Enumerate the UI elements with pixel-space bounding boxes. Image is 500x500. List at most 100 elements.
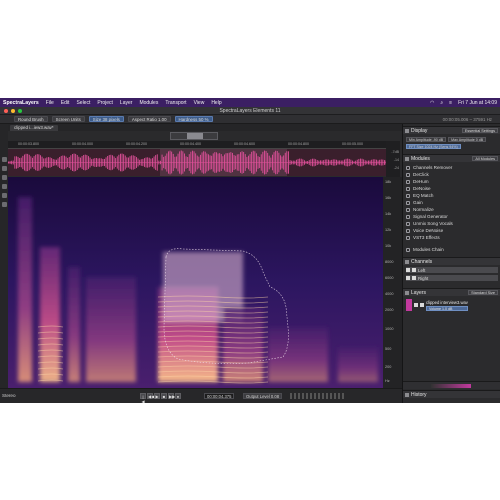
menu-view[interactable]: View [194, 100, 205, 106]
play-button[interactable]: ▶ [154, 393, 160, 399]
module-item[interactable]: DeNoise [406, 185, 498, 192]
go-to-start-button[interactable]: |◀ [140, 393, 146, 403]
waveform-bar [59, 156, 61, 169]
waveform-bar [60, 155, 62, 170]
document-tabbar: clipped i...iew3.wav* [8, 124, 402, 131]
window-titlebar: SpectraLayers Elements 11 [0, 107, 500, 115]
module-item[interactable]: Gain [406, 199, 498, 206]
waveform-bar [363, 159, 365, 166]
fast-forward-button[interactable]: ▶▶ [168, 393, 175, 399]
menu-help[interactable]: Help [211, 100, 221, 106]
waveform-bar [160, 160, 161, 165]
channel-row-left[interactable]: Left [406, 267, 498, 273]
menu-select[interactable]: Select [76, 100, 90, 106]
control-center-icon[interactable]: ≡ [449, 100, 452, 106]
layer-color-bar[interactable] [431, 383, 471, 388]
menu-project[interactable]: Project [97, 100, 113, 106]
search-icon[interactable]: ⌕ [440, 100, 443, 106]
module-item[interactable]: Channels Remover [406, 164, 498, 171]
display-preset-select[interactable]: Essential Settings [461, 128, 498, 133]
zoom-tool-icon[interactable] [1, 193, 7, 198]
module-item[interactable]: EQ Match [406, 192, 498, 199]
menu-edit[interactable]: Edit [61, 100, 70, 106]
max-amplitude-field[interactable]: Max Amplitude 0 dB [448, 136, 487, 142]
waveform-bar [9, 161, 11, 164]
waveform-bar [100, 158, 102, 167]
aspect-ratio-field[interactable]: Aspect Ratio 1.00 [127, 116, 171, 122]
channel-solo-toggle[interactable] [412, 276, 416, 280]
channel-visible-toggle[interactable] [406, 276, 410, 280]
waveform-bar [305, 161, 307, 164]
module-item[interactable]: DeClick [406, 171, 498, 178]
waveform-bar [97, 158, 99, 167]
playhead-time[interactable]: 00:00:04.375 [204, 393, 235, 399]
waveform-bar [8, 161, 9, 164]
waveform-bar [369, 160, 371, 165]
waveform-bar [150, 158, 152, 167]
module-item[interactable]: DeHum [406, 178, 498, 185]
units-select[interactable]: Screen Units [51, 116, 85, 122]
channels-panel-header[interactable]: Channels [403, 257, 500, 265]
waveform-bar [241, 151, 243, 174]
menu-modules[interactable]: Modules [139, 100, 158, 106]
minimize-window-button[interactable] [11, 109, 15, 113]
display-panel-header[interactable]: Display Essential Settings [403, 126, 500, 134]
menu-layer[interactable]: Layer [120, 100, 133, 106]
brush-shape-select[interactable]: Round Brush [14, 116, 48, 122]
layer-visible-toggle[interactable] [414, 303, 418, 307]
modules-icon [405, 157, 409, 161]
zoom-window-button[interactable] [18, 109, 22, 113]
brush-size-field[interactable]: Size 38 pixels [88, 116, 124, 122]
document-tab[interactable]: clipped i...iew3.wav* [10, 125, 58, 131]
fft-size-field[interactable]: FFT Size 1024 Hz (Sens 94%) [406, 143, 461, 149]
module-item[interactable]: Normalize [406, 206, 498, 213]
waveform-bar [262, 151, 264, 174]
select-tool-icon[interactable] [1, 157, 7, 162]
channel-row-right[interactable]: Right [406, 275, 498, 281]
hardness-field[interactable]: Hardness 50 % [174, 116, 213, 122]
waveform-bar [222, 156, 224, 169]
menu-transport[interactable]: Transport [165, 100, 186, 106]
app-menu[interactable]: SpectraLayers [3, 100, 39, 106]
layer-volume[interactable]: Volume 1.0 dB [426, 305, 468, 311]
module-item[interactable]: Voice DeNoise [406, 227, 498, 234]
layers-panel-header[interactable]: Layers Standard Size [403, 288, 500, 296]
channel-mode[interactable]: Stereo [2, 393, 16, 398]
module-item[interactable]: Signal Generator [406, 213, 498, 220]
record-button[interactable]: ● [175, 393, 181, 399]
time-ruler[interactable]: 00:00:03.800 00:00:04.000 00:00:04.200 0… [8, 141, 386, 149]
lasso-tool-icon[interactable] [1, 175, 7, 180]
output-level-field[interactable]: Output Level 0.08 [243, 393, 283, 399]
module-item[interactable]: VST3 Effects [406, 234, 498, 241]
module-item[interactable]: Unmix Song Vocals [406, 220, 498, 227]
brush-tool-icon[interactable] [1, 166, 7, 171]
rewind-button[interactable]: ◀◀ [147, 393, 154, 399]
channel-visible-toggle[interactable] [406, 268, 410, 272]
overview-thumb[interactable] [187, 133, 203, 139]
layer-lock-toggle[interactable] [420, 303, 424, 307]
time-tick: 00:00:03.800 [18, 142, 39, 146]
layer-item[interactable]: clipped interview3.wav Volume 1.0 dB [406, 299, 498, 311]
modules-filter-select[interactable]: All Modules [472, 156, 498, 161]
history-panel-header[interactable]: History [403, 390, 500, 398]
waveform-bar [302, 159, 304, 166]
waveform-bar [104, 158, 105, 167]
modules-chain-button[interactable]: Modules Chain [406, 246, 498, 253]
min-amplitude-field[interactable]: Min Amplitude -90 dB [406, 136, 447, 142]
menubar-datetime[interactable]: Fri 7 Jun at 14:09 [458, 100, 497, 106]
modules-panel-header[interactable]: Modules All Modules [403, 154, 500, 162]
wifi-icon[interactable]: ◠ [430, 100, 434, 106]
overview-scrollbar[interactable] [170, 132, 218, 140]
hand-tool-icon[interactable] [1, 202, 7, 207]
close-window-button[interactable] [4, 109, 8, 113]
module-label: Unmix Song Vocals [413, 221, 453, 226]
channel-solo-toggle[interactable] [412, 268, 416, 272]
waveform-bar [89, 157, 91, 168]
waveform-bar [94, 158, 96, 167]
waveform-view[interactable] [8, 149, 386, 176]
menu-file[interactable]: File [46, 100, 54, 106]
stop-button[interactable]: ■ [161, 393, 167, 399]
eraser-tool-icon[interactable] [1, 184, 7, 189]
spectrogram-view[interactable] [8, 177, 383, 388]
layers-size-select[interactable]: Standard Size [468, 290, 498, 295]
